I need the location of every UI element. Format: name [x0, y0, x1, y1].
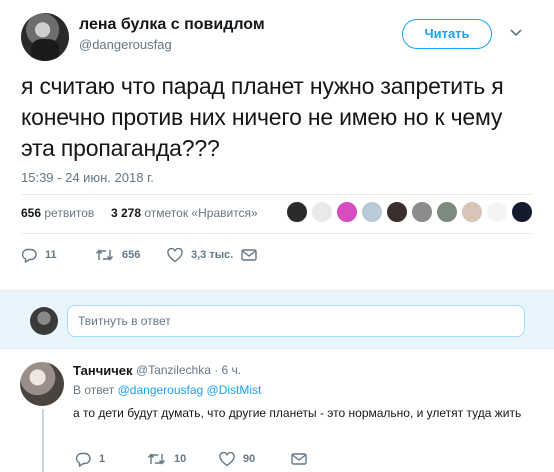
reply-composer: Твитнуть в ответ	[0, 291, 554, 348]
tweet-timestamp[interactable]: 15:39 - 24 июн. 2018 г.	[21, 170, 154, 185]
reply-count: 11	[45, 249, 57, 261]
like-action[interactable]: 3,3 тыс.	[167, 246, 233, 264]
reply-to-user-link[interactable]: @DistMist	[207, 383, 262, 397]
tweet-stats: 656 ретвитов 3 278 отметок «Нравится»	[21, 206, 258, 220]
liker-avatar[interactable]	[386, 201, 408, 223]
envelope-icon	[241, 249, 257, 261]
thread-line	[42, 409, 44, 472]
reply-action[interactable]: 11	[21, 246, 57, 264]
liker-avatar[interactable]	[461, 201, 483, 223]
reply-author-avatar[interactable]	[20, 362, 64, 406]
chevron-down-icon[interactable]	[509, 28, 523, 38]
reply-to-line: В ответ @dangerousfag @DistMist	[73, 383, 261, 397]
like-count: 90	[243, 453, 256, 465]
heart-icon	[167, 247, 183, 262]
reply-to-user-link[interactable]: @dangerousfag	[118, 383, 204, 397]
direct-message-action[interactable]	[241, 246, 265, 264]
liker-avatar[interactable]	[361, 201, 383, 223]
retweet-icon	[95, 249, 114, 261]
likes-count[interactable]: 3 278	[111, 206, 141, 220]
direct-message-action[interactable]	[291, 450, 315, 468]
author-avatar[interactable]	[21, 13, 69, 61]
liker-avatar[interactable]	[511, 201, 533, 223]
current-user-avatar	[30, 307, 58, 335]
reply-count: 1	[99, 453, 106, 465]
likes-label[interactable]: отметок «Нравится»	[144, 206, 257, 220]
reply-input[interactable]: Твитнуть в ответ	[67, 305, 525, 337]
follow-button[interactable]: Читать	[402, 19, 492, 49]
envelope-icon	[291, 453, 307, 465]
retweet-action[interactable]: 656	[95, 246, 140, 264]
reply-icon	[21, 248, 37, 263]
main-tweet: лена булка с повидлом @dangerousfag Чита…	[0, 0, 554, 290]
retweets-count[interactable]: 656	[21, 206, 41, 220]
heart-icon	[219, 451, 235, 466]
reply-author-name[interactable]: Танчичек	[73, 363, 133, 378]
divider	[21, 233, 533, 234]
retweet-count: 10	[174, 453, 187, 465]
liker-avatar[interactable]	[336, 201, 358, 223]
retweet-count: 656	[122, 249, 141, 261]
author-display-name[interactable]: лена булка с повидлом	[79, 16, 265, 34]
tweet-actions: 11 656 3,3 тыс.	[21, 246, 321, 266]
reply-text: а то дети будут думать, что другие плане…	[73, 406, 522, 420]
like-count: 3,3 тыс.	[191, 249, 234, 261]
liker-avatar[interactable]	[311, 201, 333, 223]
author-username[interactable]: @dangerousfag	[79, 37, 172, 52]
retweets-label[interactable]: ретвитов	[44, 206, 94, 220]
liker-avatar[interactable]	[286, 201, 308, 223]
retweet-action[interactable]: 10	[147, 450, 186, 468]
reply-actions: 1 10 90	[73, 450, 373, 468]
reply-action[interactable]: 1	[75, 450, 105, 468]
liker-avatar[interactable]	[436, 201, 458, 223]
retweet-icon	[147, 453, 166, 465]
divider	[21, 194, 533, 195]
reply-to-prefix: В ответ	[73, 383, 115, 397]
reply-icon	[75, 452, 91, 467]
reply-tweet[interactable]: Танчичек @Tanzilechka · 6 ч. В ответ @da…	[0, 349, 554, 472]
liker-avatar[interactable]	[411, 201, 433, 223]
liker-avatar[interactable]	[486, 201, 508, 223]
tweet-text: я считаю что парад планет нужно запретит…	[21, 73, 504, 161]
reply-author-handle[interactable]: @Tanzilechka · 6 ч.	[136, 363, 241, 377]
like-action[interactable]: 90	[219, 450, 255, 468]
